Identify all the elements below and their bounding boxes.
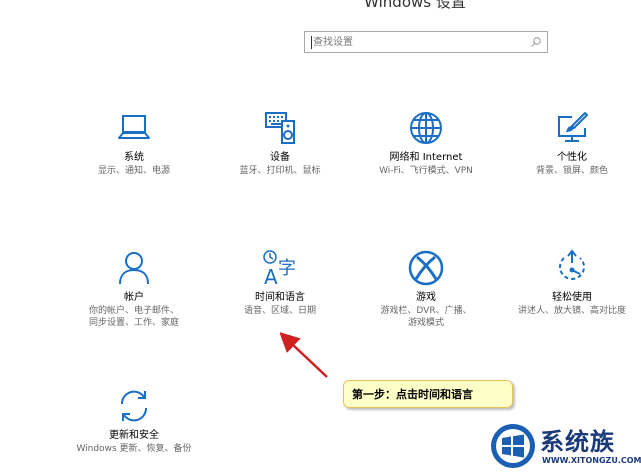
tile-ease-of-access[interactable]: 轻松使用 讲述人、放大镜、高对比度 [505,248,639,317]
ease-of-access-icon [559,249,585,280]
tile-network[interactable]: 网络和 Internet Wi-Fi、飞行模式、VPN [359,108,493,177]
tile-title: 个性化 [557,152,587,163]
tile-description: Windows 更新、恢复、备份 [76,444,192,454]
tile-title: 帐户 [124,292,144,303]
tile-title: 时间和语言 [255,292,305,303]
tile-title: 网络和 Internet [389,152,463,163]
watermark-name: 系统族 [540,428,615,456]
window-title: Windows 设置 [364,0,466,11]
svg-text:字: 字 [278,258,296,279]
search-input[interactable] [313,34,523,50]
person-icon [119,252,149,285]
tile-update-security[interactable]: 更新和安全 Windows 更新、恢复、备份 [67,386,201,455]
tile-description: 讲述人、放大镜、高对比度 [517,306,626,316]
paint-screen-icon [558,112,588,142]
watermark: 系统族 WWW.XITONGZU.COM [488,418,641,474]
text-caret [311,36,312,49]
sync-icon [120,390,148,422]
watermark-url: WWW.XITONGZU.COM [542,456,641,465]
windows-logo-icon [491,424,535,468]
tile-description: 游戏栏、DVR、广播、游戏模式 [380,306,472,328]
time-language-icon: A 字 [263,250,296,288]
search-box[interactable] [304,31,548,53]
tile-personalization[interactable]: 个性化 背景、锁屏、颜色 [505,108,639,177]
tile-title: 轻松使用 [552,292,592,303]
tile-description: 显示、通知、电源 [97,166,170,176]
svg-text:A: A [264,265,278,288]
tile-title: 游戏 [416,292,436,303]
search-icon[interactable] [530,36,542,48]
tile-gaming[interactable]: 游戏 游戏栏、DVR、广播、游戏模式 [359,248,493,329]
xbox-icon [408,250,444,286]
tile-title: 更新和安全 [109,430,159,441]
tile-time-language[interactable]: A 字 时间和语言 语音、区域、日期 [213,248,347,317]
tile-description: 蓝牙、打印机、鼠标 [239,166,321,176]
laptop-icon [118,115,150,139]
tile-description: 语音、区域、日期 [243,306,316,316]
tile-description: 背景、锁屏、颜色 [535,166,608,176]
tile-description: Wi-Fi、飞行模式、VPN [379,166,473,176]
tile-description: 你的帐户、电子邮件、同步设置、工作、家庭 [88,306,179,328]
tile-title: 系统 [124,152,144,163]
keyboard-speaker-icon [265,112,295,144]
globe-icon [410,112,442,144]
tile-devices[interactable]: 设备 蓝牙、打印机、鼠标 [213,108,347,177]
tile-accounts[interactable]: 帐户 你的帐户、电子邮件、同步设置、工作、家庭 [67,248,201,329]
annotation-arrow [280,331,328,378]
tile-system[interactable]: 系统 显示、通知、电源 [67,108,201,177]
annotation-callout: 第一步：点击时间和语言 [343,380,513,408]
tile-title: 设备 [270,152,290,163]
